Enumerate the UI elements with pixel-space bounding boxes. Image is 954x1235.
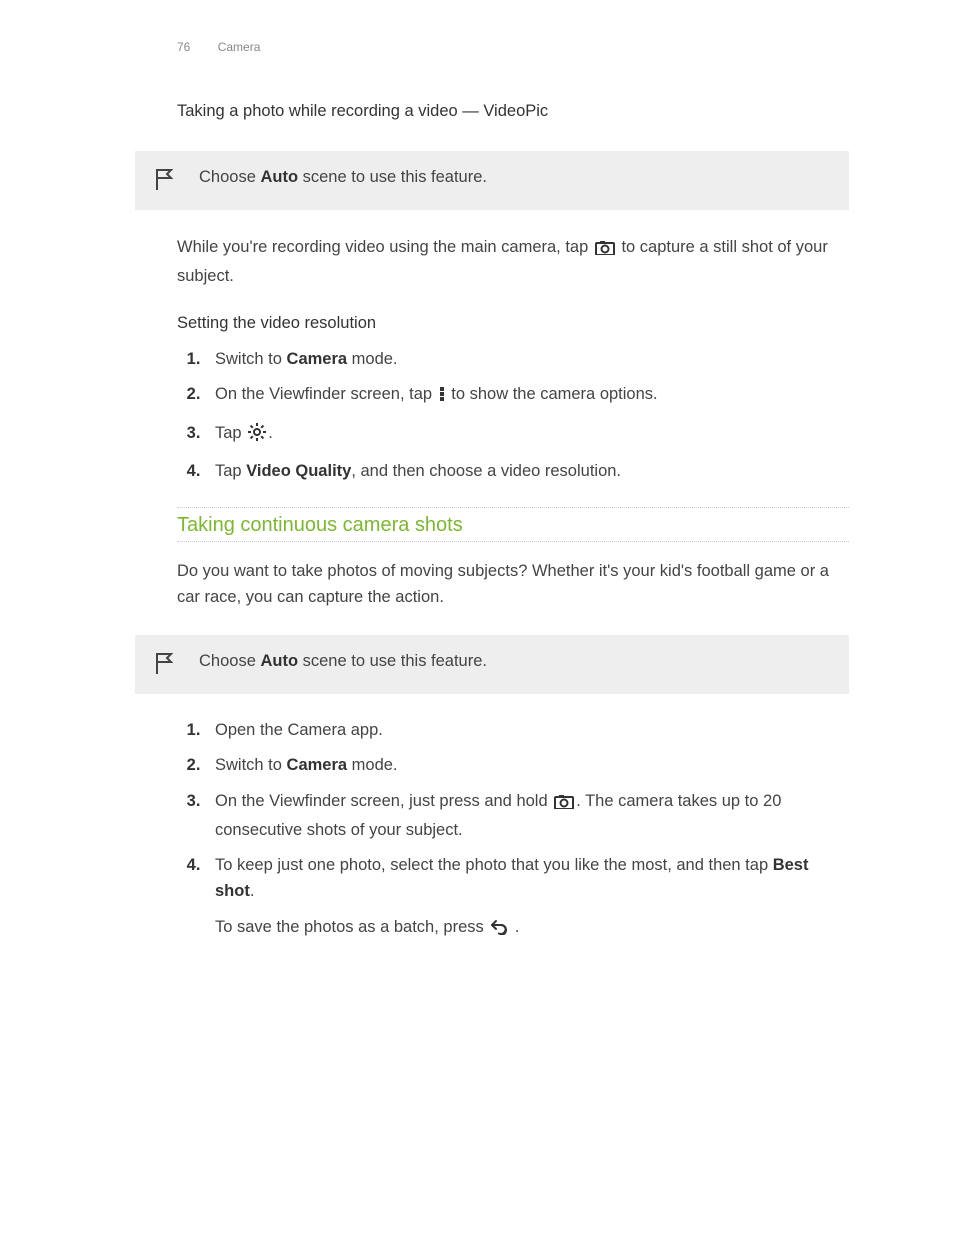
step-item: Tap Video Quality, and then choose a vid… [205, 459, 849, 485]
step-item: On the Viewfinder screen, tap to show th… [205, 382, 849, 411]
note-text: Choose Auto scene to use this feature. [199, 649, 487, 674]
note-box: Choose Auto scene to use this feature. [135, 635, 849, 694]
camera-icon [554, 792, 574, 818]
page-number: 76 [177, 40, 190, 54]
step-followup: To save the photos as a batch, press . [215, 914, 849, 943]
page-header: 76 Camera [177, 40, 849, 54]
subheading-video-resolution: Setting the video resolution [177, 314, 849, 333]
steps-list: Switch to Camera mode. On the Viewfinder… [177, 347, 849, 485]
flag-icon [153, 167, 175, 196]
divider [177, 541, 849, 542]
step-item: On the Viewfinder screen, just press and… [205, 789, 849, 843]
chapter-title: Camera [218, 40, 261, 54]
back-icon [490, 917, 508, 943]
step-item: To keep just one photo, select the photo… [205, 853, 849, 944]
camera-icon [595, 237, 615, 263]
section-title-videopic: Taking a photo while recording a video —… [177, 102, 849, 121]
note-text: Choose Auto scene to use this feature. [199, 165, 487, 190]
paragraph: While you're recording video using the m… [177, 234, 849, 290]
step-item: Tap . [205, 421, 849, 450]
divider [177, 507, 849, 508]
step-item: Open the Camera app. [205, 718, 849, 744]
settings-icon [248, 423, 266, 450]
document-page: 76 Camera Taking a photo while recording… [0, 0, 954, 1006]
flag-icon [153, 651, 175, 680]
steps-list: Open the Camera app. Switch to Camera mo… [177, 718, 849, 944]
more-icon [439, 385, 445, 411]
note-box: Choose Auto scene to use this feature. [135, 151, 849, 210]
step-item: Switch to Camera mode. [205, 753, 849, 779]
step-item: Switch to Camera mode. [205, 347, 849, 373]
section-heading-continuous: Taking continuous camera shots [177, 514, 849, 537]
paragraph: Do you want to take photos of moving sub… [177, 558, 849, 611]
